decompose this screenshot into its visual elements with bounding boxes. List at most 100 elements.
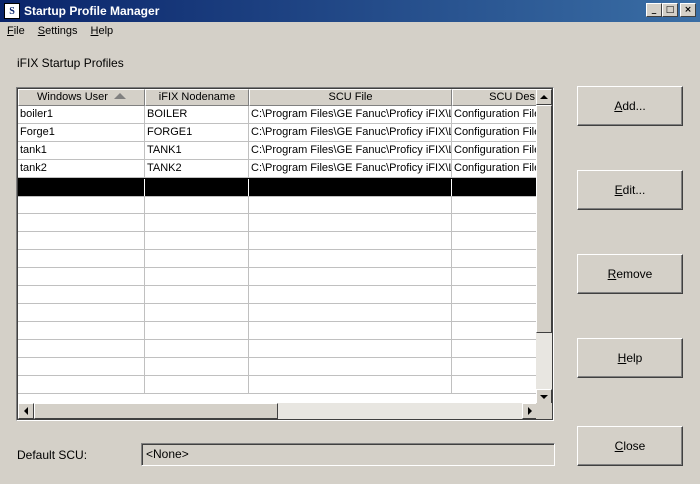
menu-bar: File Settings Help [0, 22, 700, 40]
table-cell [145, 196, 249, 214]
add-button[interactable]: Add... [577, 86, 683, 126]
table-cell [145, 322, 249, 340]
table-cell [145, 286, 249, 304]
table-cell: tank1 [18, 142, 145, 160]
table-cell [145, 268, 249, 286]
table-cell [249, 196, 452, 214]
table-cell: Forge1 [18, 124, 145, 142]
column-header-scu-description[interactable]: SCU Des [452, 89, 538, 106]
table-cell [249, 358, 452, 376]
edit-button[interactable]: Edit... [577, 170, 683, 210]
table-row[interactable] [18, 376, 538, 394]
default-scu-label: Default SCU: [17, 448, 88, 462]
table-cell: TANK1 [145, 142, 249, 160]
table-row[interactable] [18, 286, 538, 304]
scroll-left-button[interactable] [18, 403, 34, 419]
table-cell [145, 250, 249, 268]
table-row[interactable]: tank1 TANK1 C:\Program Files\GE Fanuc\Prof… [18, 142, 538, 160]
table-row[interactable]: boiler1 BOILER C:\Program Files\GE Fanuc\P… [18, 106, 538, 124]
table-cell: FORGE1 [145, 124, 249, 142]
table-cell [18, 376, 145, 394]
table-row[interactable]: Forge1 FORGE1 C:\Program Files\GE Fanuc\Pr… [18, 124, 538, 142]
table-cell [249, 268, 452, 286]
table-cell: C:\Program Files\GE Fanuc\Proficy iFIX\L [249, 160, 452, 178]
column-header-windows-user[interactable]: Windows User [18, 89, 145, 106]
table-row[interactable] [18, 250, 538, 268]
table-cell [18, 179, 145, 197]
table-row[interactable] [18, 214, 538, 232]
table-cell [18, 340, 145, 358]
menu-help[interactable]: Help [84, 25, 120, 37]
profiles-section-label: iFIX Startup Profiles [17, 56, 124, 70]
table-cell [452, 358, 538, 376]
table-cell: C:\Program Files\GE Fanuc\Proficy iFIX\L [249, 142, 452, 160]
table-cell [145, 214, 249, 232]
table-cell [145, 232, 249, 250]
arrow-up-icon [540, 95, 548, 99]
arrow-right-icon [528, 407, 532, 415]
table-row[interactable] [18, 304, 538, 322]
table-row[interactable]: tank2 TANK2 C:\Program Files\GE Fanuc\Prof… [18, 160, 538, 178]
table-cell [452, 304, 538, 322]
minimize-button[interactable]: _ [646, 3, 662, 17]
vertical-scrollbar[interactable] [536, 89, 552, 405]
arrow-down-icon [540, 395, 548, 399]
table-row[interactable] [18, 196, 538, 214]
table-row[interactable] [18, 268, 538, 286]
table-cell: TANK2 [145, 160, 249, 178]
table-cell [18, 250, 145, 268]
profiles-grid: Windows User iFIX Nodename SCU File SCU … [16, 87, 554, 421]
table-row[interactable] [18, 322, 538, 340]
table-cell [452, 322, 538, 340]
table-row[interactable] [18, 340, 538, 358]
table-cell [249, 179, 452, 197]
table-cell [249, 322, 452, 340]
table-cell [452, 196, 538, 214]
scroll-up-button[interactable] [536, 89, 552, 105]
vertical-scroll-thumb[interactable] [536, 105, 552, 333]
column-header-ifix-nodename[interactable]: iFIX Nodename [145, 89, 249, 106]
table-cell [249, 250, 452, 268]
table-cell [452, 268, 538, 286]
window-title: Startup Profile Manager [24, 4, 160, 18]
table-cell [145, 179, 249, 197]
title-bar[interactable]: S Startup Profile Manager _ □ × [0, 0, 700, 22]
table-cell [18, 196, 145, 214]
table-cell [18, 304, 145, 322]
table-cell [18, 214, 145, 232]
grid-header: Windows User iFIX Nodename SCU File SCU … [18, 89, 538, 106]
help-button[interactable]: Help [577, 338, 683, 378]
column-header-scu-file[interactable]: SCU File [249, 89, 452, 106]
menu-settings[interactable]: Settings [31, 25, 84, 37]
table-cell [249, 376, 452, 394]
table-cell: Configuration File [452, 124, 538, 142]
table-cell [18, 232, 145, 250]
table-cell: boiler1 [18, 106, 145, 124]
table-cell [452, 214, 538, 232]
table-row-new-selected[interactable] [18, 178, 538, 197]
table-cell [18, 358, 145, 376]
table-row[interactable] [18, 358, 538, 376]
table-cell [249, 232, 452, 250]
horizontal-scrollbar[interactable] [18, 403, 538, 419]
app-icon: S [4, 3, 20, 19]
table-row[interactable] [18, 232, 538, 250]
close-window-button[interactable]: × [680, 3, 696, 17]
grid-rows: boiler1 BOILER C:\Program Files\GE Fanuc\P… [18, 106, 538, 394]
table-cell [452, 340, 538, 358]
table-cell: Configuration File [452, 160, 538, 178]
table-cell [18, 286, 145, 304]
remove-button[interactable]: Remove [577, 254, 683, 294]
horizontal-scroll-thumb[interactable] [34, 403, 278, 419]
table-cell: tank2 [18, 160, 145, 178]
table-cell [145, 304, 249, 322]
table-cell [249, 340, 452, 358]
table-cell [18, 268, 145, 286]
table-cell: BOILER [145, 106, 249, 124]
table-cell [452, 250, 538, 268]
table-cell [145, 376, 249, 394]
table-cell: Configuration File [452, 106, 538, 124]
maximize-button[interactable]: □ [662, 3, 678, 17]
menu-file[interactable]: File [0, 25, 31, 37]
close-button[interactable]: Close [577, 426, 683, 466]
